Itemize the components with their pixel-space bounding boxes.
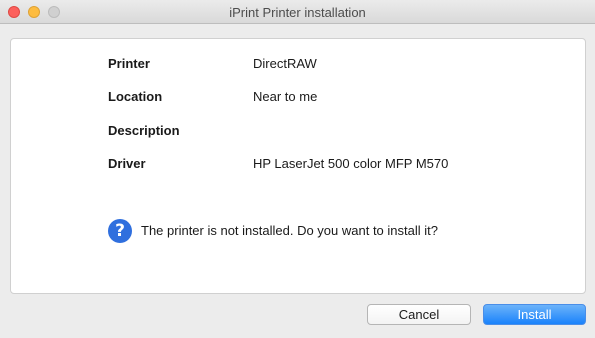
driver-label: Driver: [108, 156, 146, 171]
installation-dialog: iPrint Printer installation Printer Dire…: [0, 0, 595, 338]
title-bar: iPrint Printer installation: [0, 0, 595, 24]
location-value: Near to me: [253, 89, 318, 104]
question-icon: ?: [108, 219, 132, 243]
install-prompt-message: The printer is not installed. Do you wan…: [141, 223, 438, 238]
install-button[interactable]: Install: [483, 304, 586, 325]
driver-value: HP LaserJet 500 color MFP M570: [253, 156, 449, 171]
location-label: Location: [108, 89, 163, 104]
description-label: Description: [108, 123, 180, 138]
printer-value: DirectRAW: [253, 56, 317, 71]
cancel-button[interactable]: Cancel: [367, 304, 471, 325]
printer-label: Printer: [108, 56, 150, 71]
window-title: iPrint Printer installation: [229, 5, 366, 20]
details-panel: Printer DirectRAW Location Near to me De…: [10, 38, 586, 294]
